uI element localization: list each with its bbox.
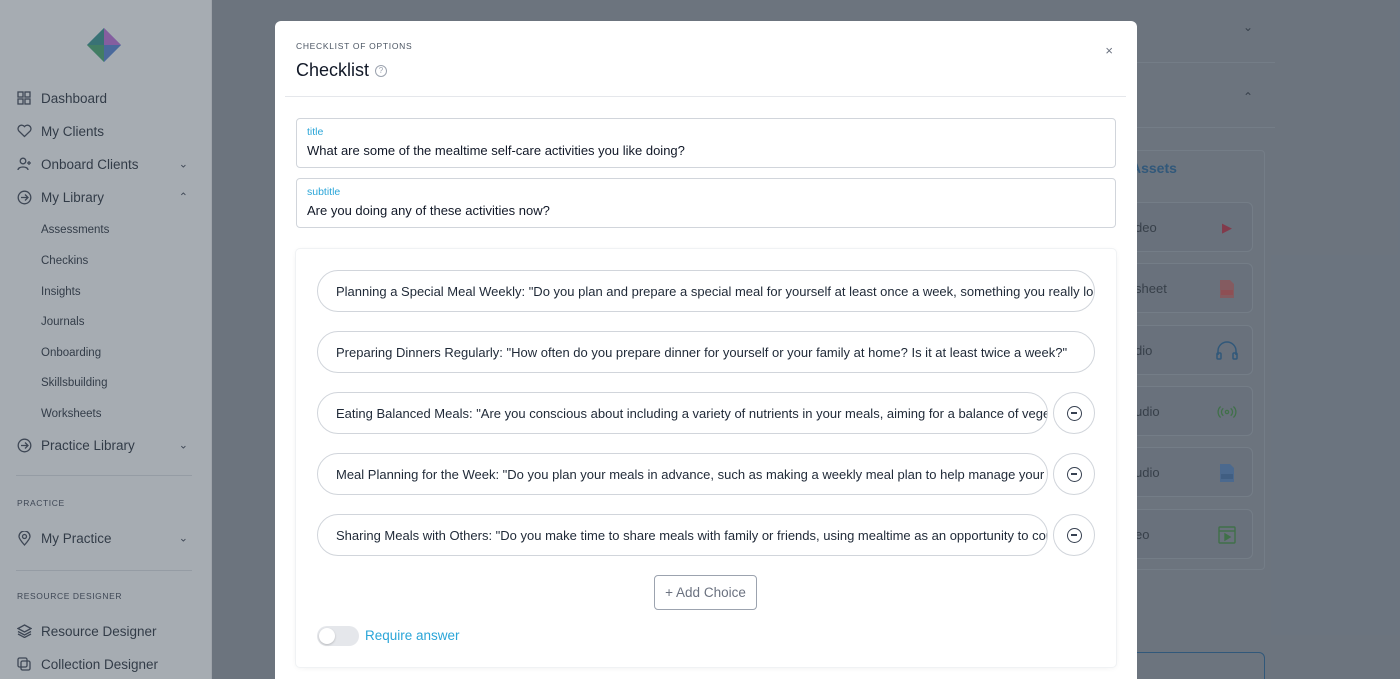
play-icon: ▶ bbox=[1222, 220, 1232, 235]
library-item-onboarding[interactable]: Onboarding bbox=[41, 347, 101, 359]
asset-card-video-file[interactable]: eo bbox=[1120, 509, 1253, 559]
asset-card-worksheet[interactable]: sheet bbox=[1120, 263, 1253, 313]
nav-practice-library[interactable]: Practice Library ⌄ bbox=[16, 437, 192, 453]
section-resource-designer: RESOURCE DESIGNER bbox=[17, 591, 123, 601]
divider bbox=[16, 475, 192, 476]
asset-label: sheet bbox=[1135, 281, 1167, 296]
close-icon[interactable]: × bbox=[1105, 43, 1113, 58]
title-field[interactable]: title What are some of the mealtime self… bbox=[296, 118, 1116, 168]
asset-card-ai-audio[interactable]: dio bbox=[1120, 325, 1253, 375]
toggle-knob bbox=[319, 628, 335, 644]
require-answer-toggle[interactable] bbox=[317, 626, 359, 646]
arrow-circle-icon bbox=[16, 189, 32, 205]
library-item-insights[interactable]: Insights bbox=[41, 286, 81, 298]
sidebar: Dashboard My Clients Onboard Clients ⌄ M… bbox=[0, 0, 212, 679]
nav-onboard-clients[interactable]: Onboard Clients ⌄ bbox=[16, 156, 192, 172]
choice-input[interactable]: Meal Planning for the Week: "Do you plan… bbox=[317, 453, 1048, 495]
choice-text: Sharing Meals with Others: "Do you make … bbox=[336, 528, 1048, 543]
require-answer-label[interactable]: Require answer bbox=[365, 628, 460, 643]
nav-dashboard-label: Dashboard bbox=[41, 90, 108, 106]
chevron-down-icon[interactable]: ⌄ bbox=[179, 439, 188, 452]
chevron-down-icon[interactable]: ⌄ bbox=[179, 158, 188, 171]
asset-card-video[interactable]: deo ▶ bbox=[1120, 202, 1253, 252]
library-item-skillsbuilding[interactable]: Skillsbuilding bbox=[41, 377, 107, 389]
asset-label: udio bbox=[1135, 404, 1160, 419]
nav-my-library[interactable]: My Library ⌃ bbox=[16, 189, 192, 205]
choice-text: Meal Planning for the Week: "Do you plan… bbox=[336, 467, 1048, 482]
remove-choice-button[interactable] bbox=[1053, 392, 1095, 434]
choice-text: Eating Balanced Meals: "Are you consciou… bbox=[336, 406, 1047, 421]
pdf-icon bbox=[1216, 278, 1238, 300]
help-icon[interactable]: ? bbox=[375, 64, 388, 77]
choice-input[interactable]: Preparing Dinners Regularly: "How often … bbox=[317, 331, 1095, 373]
nav-onboard-clients-label: Onboard Clients bbox=[41, 156, 139, 172]
minus-circle-icon bbox=[1066, 527, 1082, 543]
broadcast-icon bbox=[1216, 401, 1238, 423]
nav-my-practice-label: My Practice bbox=[41, 530, 112, 546]
choice-text: Preparing Dinners Regularly: "How often … bbox=[336, 345, 1068, 360]
asset-card-audio-file[interactable]: udio bbox=[1120, 447, 1253, 497]
arrow-circle-icon bbox=[16, 437, 32, 453]
library-item-journals[interactable]: Journals bbox=[41, 316, 84, 328]
library-item-worksheets[interactable]: Worksheets bbox=[41, 408, 102, 420]
library-item-checkins[interactable]: Checkins bbox=[41, 255, 88, 267]
choices-panel: Planning a Special Meal Weekly: "Do you … bbox=[296, 249, 1116, 667]
nav-collection-designer[interactable]: Collection Designer bbox=[16, 656, 192, 672]
chevron-up-icon[interactable]: ⌃ bbox=[179, 191, 188, 204]
nav-my-practice[interactable]: My Practice ⌄ bbox=[16, 530, 192, 546]
nav-resource-designer[interactable]: Resource Designer bbox=[16, 623, 192, 639]
minus-circle-icon bbox=[1066, 405, 1082, 421]
nav-resource-designer-label: Resource Designer bbox=[41, 623, 157, 639]
nav-my-library-label: My Library bbox=[41, 189, 105, 205]
add-choice-button[interactable]: + Add Choice bbox=[654, 575, 757, 610]
asset-label: dio bbox=[1135, 343, 1153, 358]
bottom-button[interactable] bbox=[1120, 652, 1265, 679]
layers-icon bbox=[16, 623, 32, 639]
choice-input[interactable]: Eating Balanced Meals: "Are you consciou… bbox=[317, 392, 1048, 434]
location-pin-icon bbox=[16, 530, 32, 546]
choice-input[interactable]: Sharing Meals with Others: "Do you make … bbox=[317, 514, 1048, 556]
chevron-down-icon[interactable]: ⌄ bbox=[1243, 20, 1253, 34]
title-input[interactable]: What are some of the mealtime self-care … bbox=[307, 143, 1097, 158]
ai-headphones-icon bbox=[1216, 340, 1238, 362]
divider bbox=[285, 96, 1126, 97]
nav-dashboard[interactable]: Dashboard bbox=[16, 90, 192, 106]
assets-title: Assets bbox=[1131, 160, 1177, 176]
chevron-up-icon[interactable]: ⌃ bbox=[1243, 90, 1253, 104]
subtitle-field-label: subtitle bbox=[307, 186, 341, 198]
chevron-down-icon[interactable]: ⌄ bbox=[179, 532, 188, 545]
audio-file-icon bbox=[1216, 462, 1238, 484]
choice-text: Planning a Special Meal Weekly: "Do you … bbox=[336, 284, 1094, 299]
asset-card-podcast[interactable]: udio bbox=[1120, 386, 1253, 436]
modal-title: Checklist ? bbox=[296, 60, 388, 81]
heart-icon bbox=[16, 123, 32, 139]
divider bbox=[16, 570, 192, 571]
copy-icon bbox=[16, 656, 32, 672]
asset-label: eo bbox=[1135, 527, 1150, 542]
choice-input[interactable]: Planning a Special Meal Weekly: "Do you … bbox=[317, 270, 1095, 312]
user-plus-icon bbox=[16, 156, 32, 172]
library-item-assessments[interactable]: Assessments bbox=[41, 224, 109, 236]
grid-icon bbox=[16, 90, 32, 106]
nav-my-clients-label: My Clients bbox=[41, 123, 105, 139]
remove-choice-button[interactable] bbox=[1053, 453, 1095, 495]
asset-label: udio bbox=[1135, 465, 1160, 480]
nav-practice-library-label: Practice Library bbox=[41, 437, 135, 453]
asset-label: deo bbox=[1135, 220, 1157, 235]
title-field-label: title bbox=[307, 126, 324, 138]
subtitle-input[interactable]: Are you doing any of these activities no… bbox=[307, 203, 1097, 218]
nav-collection-designer-label: Collection Designer bbox=[41, 656, 159, 672]
remove-choice-button[interactable] bbox=[1053, 514, 1095, 556]
modal-kicker: CHECKLIST OF OPTIONS bbox=[296, 41, 413, 51]
nav-my-clients[interactable]: My Clients bbox=[16, 123, 192, 139]
video-file-icon bbox=[1216, 524, 1238, 546]
modal-title-text: Checklist bbox=[296, 60, 370, 80]
minus-circle-icon bbox=[1066, 466, 1082, 482]
checklist-modal: CHECKLIST OF OPTIONS Checklist ? × title… bbox=[275, 21, 1137, 679]
subtitle-field[interactable]: subtitle Are you doing any of these acti… bbox=[296, 178, 1116, 228]
app-logo[interactable] bbox=[86, 27, 122, 63]
section-practice: PRACTICE bbox=[17, 498, 65, 508]
